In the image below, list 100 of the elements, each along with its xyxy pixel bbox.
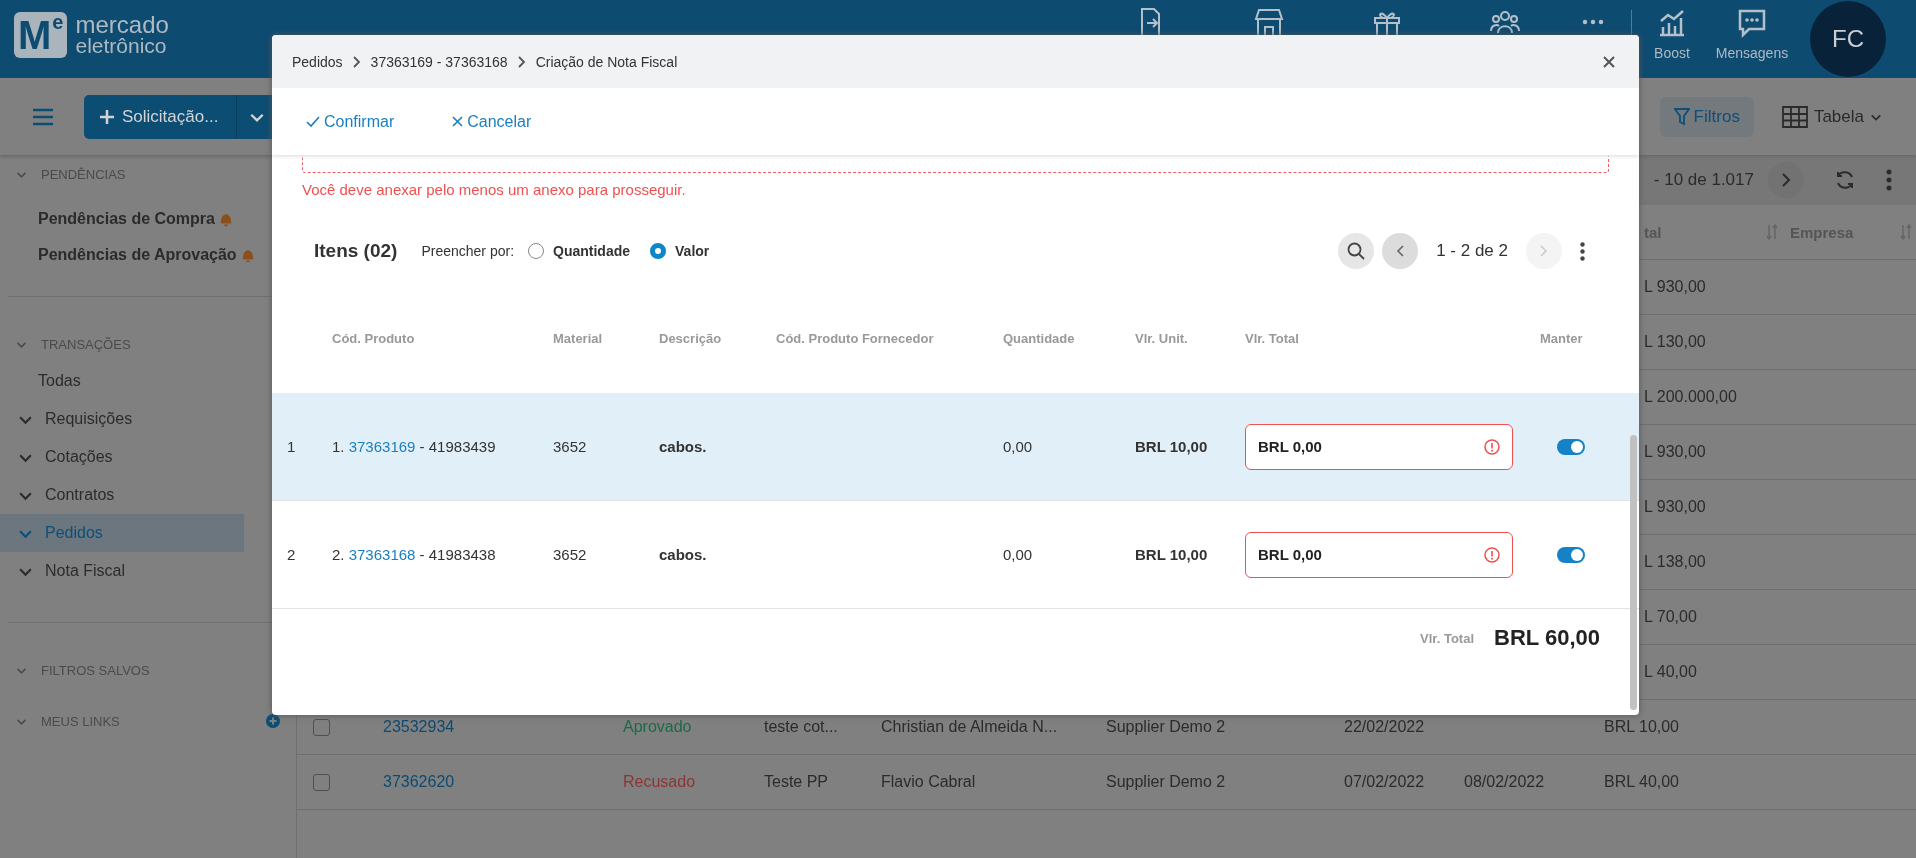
total-input[interactable]: BRL 0,00 <box>1245 423 1513 470</box>
item-row[interactable]: 2 2. 37363168 - 41983438 3652 cabos. 0,00 BRL 10,00 BRL 0,00 <box>272 501 1639 609</box>
more-button[interactable] <box>1580 241 1585 261</box>
table-cell-text: L 930,00 <box>1643 498 1707 516</box>
error-message: Você deve anexar pelo menos um anexo para prosseguir. <box>301 180 687 198</box>
order-link[interactable]: 23532934 <box>383 718 623 736</box>
scrollbar-thumb[interactable] <box>1630 435 1637 710</box>
column-header: Manter <box>1540 330 1584 346</box>
chevron-right-icon <box>352 55 361 68</box>
table-cell-text: 3652 <box>553 546 588 563</box>
row-checkbox[interactable] <box>313 718 330 736</box>
table-cell-text: cabos. <box>659 546 708 563</box>
sidebar-item[interactable]: Pendências de Compra <box>0 201 264 237</box>
sidebar-item[interactable]: Cotações <box>0 438 244 476</box>
nav-label[interactable]: Mensagens <box>1715 45 1789 61</box>
chevron-right-icon <box>1540 245 1548 257</box>
total-input[interactable]: BRL 0,00 <box>1245 531 1513 578</box>
sidebar-item[interactable]: Pendências de Aprovação <box>0 237 264 273</box>
more-icon[interactable] <box>1582 19 1604 25</box>
table-cell-text: 3652 <box>553 438 588 455</box>
previous-page-button[interactable] <box>1382 233 1419 269</box>
total-label: Vlr. Total <box>1420 630 1474 646</box>
order-link[interactable]: 37363169 <box>348 438 416 455</box>
search-icon <box>1347 242 1366 260</box>
cancel-button[interactable]: Cancelar <box>452 112 532 131</box>
bell-icon <box>218 211 233 227</box>
next-page-button[interactable] <box>1768 162 1804 198</box>
user-avatar[interactable]: FC <box>1810 1 1886 77</box>
status-text: Recusado <box>623 773 697 791</box>
refresh-icon[interactable] <box>1834 169 1856 191</box>
check-icon <box>306 115 320 128</box>
logo-mark[interactable]: M$^{e}$ <box>14 12 68 58</box>
warning-icon <box>1484 546 1500 563</box>
table-cell-text: L 930,00 <box>1643 278 1707 296</box>
funnel-icon <box>1673 107 1690 126</box>
table-cell-text: BRL 40,00 <box>1604 773 1680 791</box>
column-header: Cód. Produto <box>332 330 416 346</box>
chevron-left-icon <box>1396 245 1405 257</box>
table-cell-text: L 138,00 <box>1643 553 1707 571</box>
table-cell-text: 07/02/2022 <box>1344 773 1426 791</box>
table-cell-text: 0,00 <box>1003 438 1034 455</box>
breadcrumb-item[interactable]: 37363169 - 37363168 <box>370 53 508 70</box>
pagination-text: - 10 de 1.017 <box>1653 170 1754 190</box>
more-icon <box>1580 241 1585 261</box>
pagination-text: 1 - 2 de 2 <box>1436 241 1508 261</box>
product-code: 2. 37363168 - 41983438 <box>332 546 496 563</box>
table-cell-text: 22/02/2022 <box>1344 718 1426 736</box>
sidebar-item[interactable]: Nota Fiscal <box>0 552 244 590</box>
table-cell-text: 08/02/2022 <box>1464 773 1546 791</box>
item-row[interactable]: 1 1. 37363169 - 41983439 3652 cabos. 0,00 BRL 10,00 BRL 0,00 <box>272 393 1639 501</box>
chat-icon[interactable] <box>1736 7 1768 39</box>
keep-toggle[interactable] <box>1557 546 1585 563</box>
keep-toggle[interactable] <box>1557 438 1585 455</box>
column-header: Material <box>553 330 604 346</box>
column-header: Quantidade <box>1003 330 1076 346</box>
logo-wordmark[interactable]: mercado eletrônico <box>75 14 169 56</box>
radio-option[interactable]: Quantidade <box>528 243 631 259</box>
order-link[interactable]: 37363168 <box>348 546 416 563</box>
table-cell-text: L 930,00 <box>1643 443 1707 461</box>
column-header: Vlr. Total <box>1245 330 1300 346</box>
table-cell-text: BRL 10,00 <box>1604 718 1680 736</box>
close-icon <box>1603 55 1615 68</box>
search-button[interactable] <box>1338 233 1375 269</box>
row-checkbox[interactable] <box>313 773 330 791</box>
table-icon <box>1781 105 1808 128</box>
breadcrumb-item[interactable]: Pedidos <box>292 53 343 70</box>
radio-option[interactable]: Valor <box>650 243 710 259</box>
add-icon[interactable] <box>266 714 280 728</box>
menu-icon[interactable] <box>32 107 54 126</box>
table-cell-text: L 40,00 <box>1643 663 1698 681</box>
view-button[interactable]: Tabela <box>1775 104 1888 129</box>
table-cell-text: BRL 10,00 <box>1135 438 1209 455</box>
upload-dropzone[interactable] <box>302 155 1609 173</box>
new-request-main[interactable]: Solicitação... <box>84 94 238 139</box>
chevron-right-icon <box>1781 173 1791 187</box>
column-header: Descrição <box>659 330 723 346</box>
column-header: Vlr. Unit. <box>1135 330 1189 346</box>
confirm-button[interactable]: Confirmar <box>306 112 395 131</box>
row-number: 1 <box>287 438 297 455</box>
items-title: Itens (02) <box>314 240 398 262</box>
table-cell-text: Christian de Almeida N... <box>881 718 1059 736</box>
status-text: Aprovado <box>623 718 693 736</box>
plus-icon <box>100 109 114 124</box>
product-code: 1. 37363169 - 41983439 <box>332 438 496 455</box>
sidebar-item[interactable]: Requisições <box>0 400 244 438</box>
table-cell-text: Teste PP <box>764 773 830 791</box>
nav-label[interactable]: Boost <box>1654 45 1690 61</box>
table-cell-text: BRL 10,00 <box>1135 546 1209 563</box>
more-icon[interactable] <box>1886 169 1892 191</box>
total-value: BRL 60,00 <box>1494 625 1600 651</box>
order-link[interactable]: 37362620 <box>383 773 623 791</box>
fill-label: Preencher por: <box>421 243 515 259</box>
chevron-right-icon <box>517 55 526 68</box>
table-cell-text: teste cot... <box>764 718 839 736</box>
table-cell-text: 0,00 <box>1003 546 1034 563</box>
close-icon <box>452 116 464 127</box>
sidebar-item[interactable]: Todas <box>0 362 264 400</box>
sidebar-item[interactable]: Contratos <box>0 476 244 514</box>
table-cell-text: cabos. <box>659 438 708 455</box>
breadcrumb-item[interactable]: Criação de Nota Fiscal <box>535 53 678 70</box>
